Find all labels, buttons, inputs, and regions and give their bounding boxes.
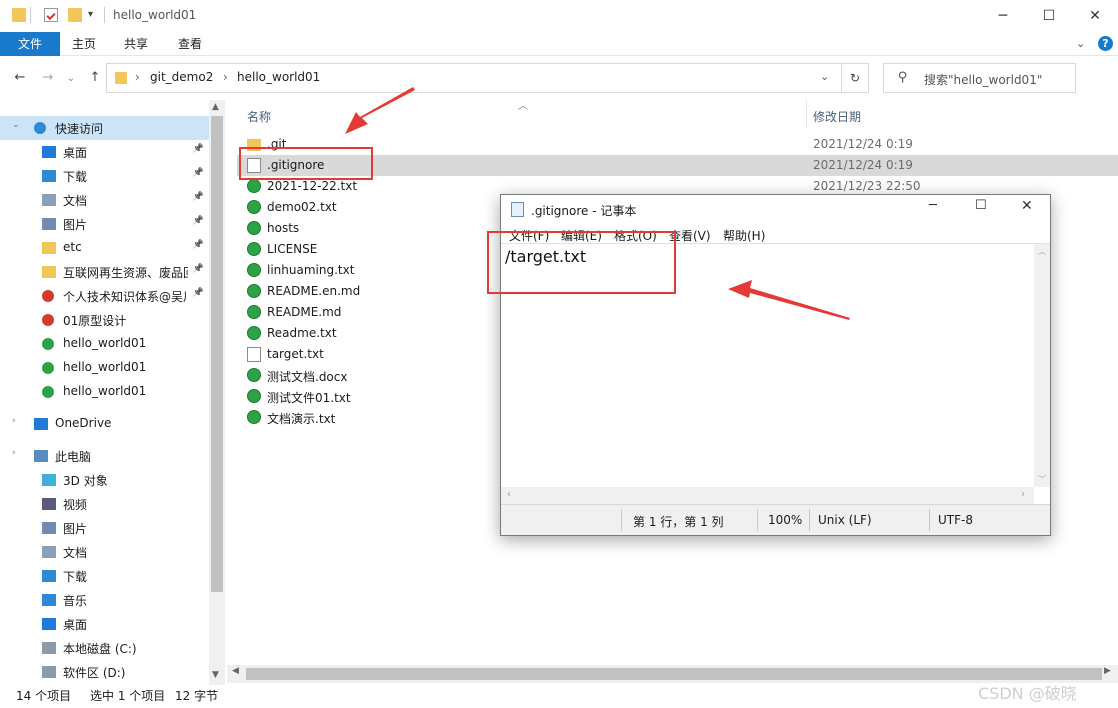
arrow-to-gitignore xyxy=(345,87,415,134)
annotation-arrows xyxy=(345,87,850,320)
arrow-to-content xyxy=(728,280,850,320)
